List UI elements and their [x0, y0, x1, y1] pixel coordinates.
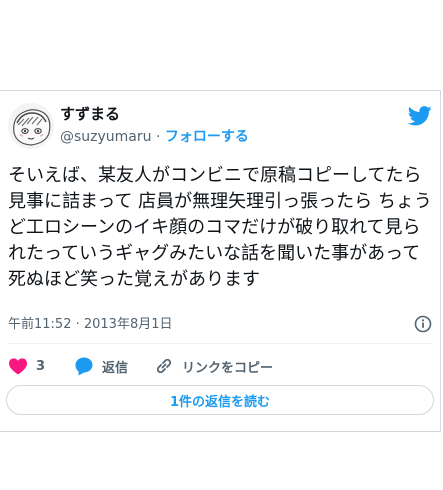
avatar-illustration-icon [8, 103, 54, 149]
reply-label: 返信 [102, 360, 129, 376]
twitter-bird-icon[interactable] [408, 105, 432, 127]
tweet-timestamp[interactable]: 午前11:52 · 2013年8月1日 [8, 316, 173, 334]
reply-button[interactable]: 返信 [74, 355, 128, 377]
copy-link-button[interactable]: リンクをコピー [154, 355, 273, 377]
info-icon[interactable] [414, 315, 432, 333]
handle-row: @suzyumaru · フォローする [60, 127, 249, 147]
divider [8, 343, 432, 344]
author-display-name[interactable]: すずまる [60, 104, 249, 124]
tweet-card: すずまる @suzyumaru · フォローする そいえば、某友人がコンビニで原… [0, 90, 441, 432]
heart-icon [9, 358, 27, 375]
read-replies-button[interactable]: 1件の返信を読む [6, 385, 434, 415]
author-handle[interactable]: @suzyumaru [60, 129, 152, 145]
author-block: すずまる @suzyumaru · フォローする [60, 104, 249, 147]
like-button[interactable]: 3 [8, 355, 45, 377]
reply-bubble-icon [75, 357, 93, 376]
link-icon [156, 358, 172, 374]
avatar[interactable] [8, 103, 54, 149]
like-count: 3 [36, 358, 46, 374]
copy-link-label: リンクをコピー [182, 360, 274, 376]
tweet-header: すずまる @suzyumaru · フォローする [8, 103, 432, 153]
separator-dot: · [155, 129, 161, 145]
follow-button[interactable]: フォローする [165, 129, 249, 145]
tweet-text: そいえば、某友人がコンビニで原稿コピーしてたら見事に詰まって 店員が無理矢理引っ… [8, 165, 432, 290]
